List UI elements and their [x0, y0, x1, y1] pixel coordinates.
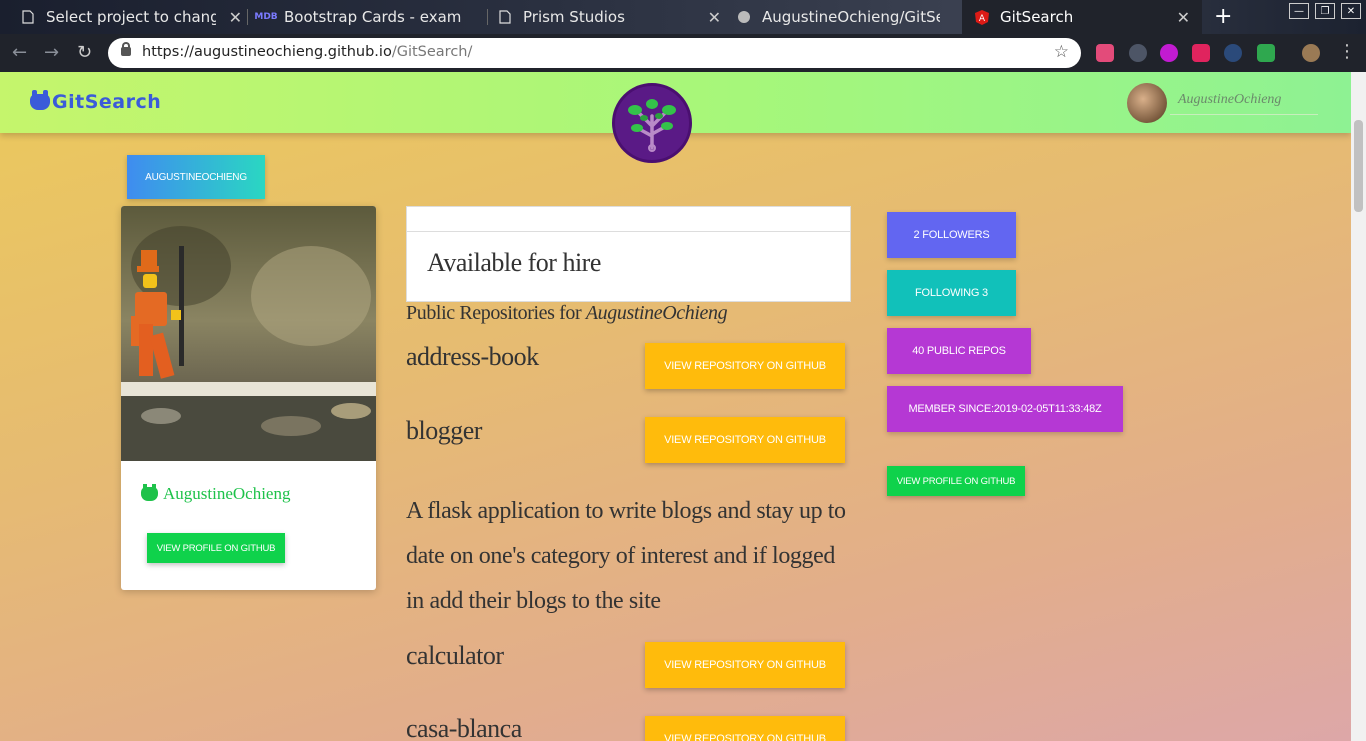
view-repo-button[interactable]: View Repository on GitHub: [645, 417, 845, 463]
vpn-extension-icon[interactable]: [1257, 44, 1275, 62]
view-profile-button[interactable]: View Profile on GitHub: [887, 466, 1025, 496]
restore-icon[interactable]: ❐: [1315, 3, 1335, 19]
extension-icon[interactable]: [1192, 44, 1210, 62]
angular-icon: A: [974, 9, 990, 25]
extension-icon[interactable]: [1160, 44, 1178, 62]
browser-toolbar: ← → ↻ https://augustineochieng.github.io…: [0, 34, 1366, 72]
view-repo-button[interactable]: View Repository on GitHub: [645, 716, 845, 741]
github-icon: [736, 9, 752, 25]
repo-name: blogger: [406, 416, 482, 445]
divider: [407, 231, 850, 232]
view-repo-button[interactable]: View Repository on GitHub: [645, 642, 845, 688]
github-icon: [30, 90, 50, 110]
close-icon[interactable]: ✕: [708, 8, 721, 27]
hire-status-box: Available for hire: [406, 206, 851, 302]
tab-divider: [487, 9, 488, 25]
menu-icon[interactable]: ⋮: [1338, 41, 1356, 62]
tab-github-repo[interactable]: AugustineOchieng/GitSe: [736, 0, 958, 34]
tab-divider: [247, 9, 248, 25]
tab-gitsearch[interactable]: A GitSearch ✕: [962, 0, 1202, 34]
repo-name: calculator: [406, 641, 504, 670]
minimize-icon[interactable]: —: [1289, 3, 1309, 19]
github-icon: [141, 484, 158, 501]
username-chip[interactable]: AugustineOchieng: [127, 155, 265, 199]
followers-badge[interactable]: 2 Followers: [887, 212, 1016, 258]
extension-icon[interactable]: [1224, 44, 1242, 62]
tab-prism-studios[interactable]: Prism Studios ✕: [497, 0, 721, 34]
page-viewport: GitSearch AugustineOchieng AugustineOchi…: [0, 72, 1351, 741]
nav-username: AugustineOchieng: [1170, 92, 1318, 115]
profile-card: AugustineOchieng View Profile on GitHub: [121, 206, 376, 590]
extension-icon[interactable]: [1129, 44, 1147, 62]
reload-icon[interactable]: ↻: [77, 42, 92, 63]
tab-bootstrap-cards[interactable]: MDB Bootstrap Cards - exampl: [254, 0, 478, 34]
mdb-icon: MDB: [254, 12, 278, 22]
address-bar[interactable]: https://augustineochieng.github.io/GitSe…: [108, 38, 1081, 68]
svg-text:A: A: [979, 14, 986, 24]
close-icon[interactable]: ✕: [1177, 8, 1190, 27]
lock-icon: [121, 42, 131, 56]
avatar: [1127, 83, 1167, 123]
url-text: https://augustineochieng.github.io/GitSe…: [142, 44, 473, 60]
following-badge[interactable]: Following 3: [887, 270, 1016, 316]
profile-name[interactable]: AugustineOchieng: [141, 484, 290, 504]
tab-select-project[interactable]: Select project to change | ✕: [20, 0, 242, 34]
view-repo-button[interactable]: View Repository on GitHub: [645, 343, 845, 389]
bookmark-star-icon[interactable]: ☆: [1054, 42, 1069, 62]
back-icon[interactable]: ←: [12, 42, 27, 63]
close-window-icon[interactable]: ✕: [1341, 3, 1361, 19]
public-repos-badge[interactable]: 40 Public Repos: [887, 328, 1031, 374]
repo-name: address-book: [406, 342, 539, 371]
forward-icon[interactable]: →: [44, 42, 59, 63]
browser-tab-strip: Select project to change | ✕ MDB Bootstr…: [0, 0, 1366, 34]
new-tab-button[interactable]: +: [1214, 4, 1232, 29]
extension-icon[interactable]: [1096, 44, 1114, 62]
repo-name: casa-blanca: [406, 714, 522, 741]
profile-avatar[interactable]: [1302, 44, 1320, 62]
document-icon: [20, 9, 36, 25]
member-since-badge: Member Since:2019-02-05T11:33:48Z: [887, 386, 1123, 432]
close-icon[interactable]: ✕: [229, 8, 242, 27]
hire-status: Available for hire: [427, 248, 601, 277]
document-icon: [497, 9, 513, 25]
view-profile-button[interactable]: View Profile on GitHub: [147, 533, 285, 563]
repo-description: A flask application to write blogs and s…: [406, 498, 846, 614]
brand-link[interactable]: GitSearch: [30, 90, 161, 113]
scrollbar-thumb[interactable]: [1354, 120, 1363, 212]
profile-photo: [121, 206, 376, 461]
site-logo: [612, 83, 692, 163]
repos-heading: Public Repositories for AugustineOchieng: [406, 302, 728, 324]
